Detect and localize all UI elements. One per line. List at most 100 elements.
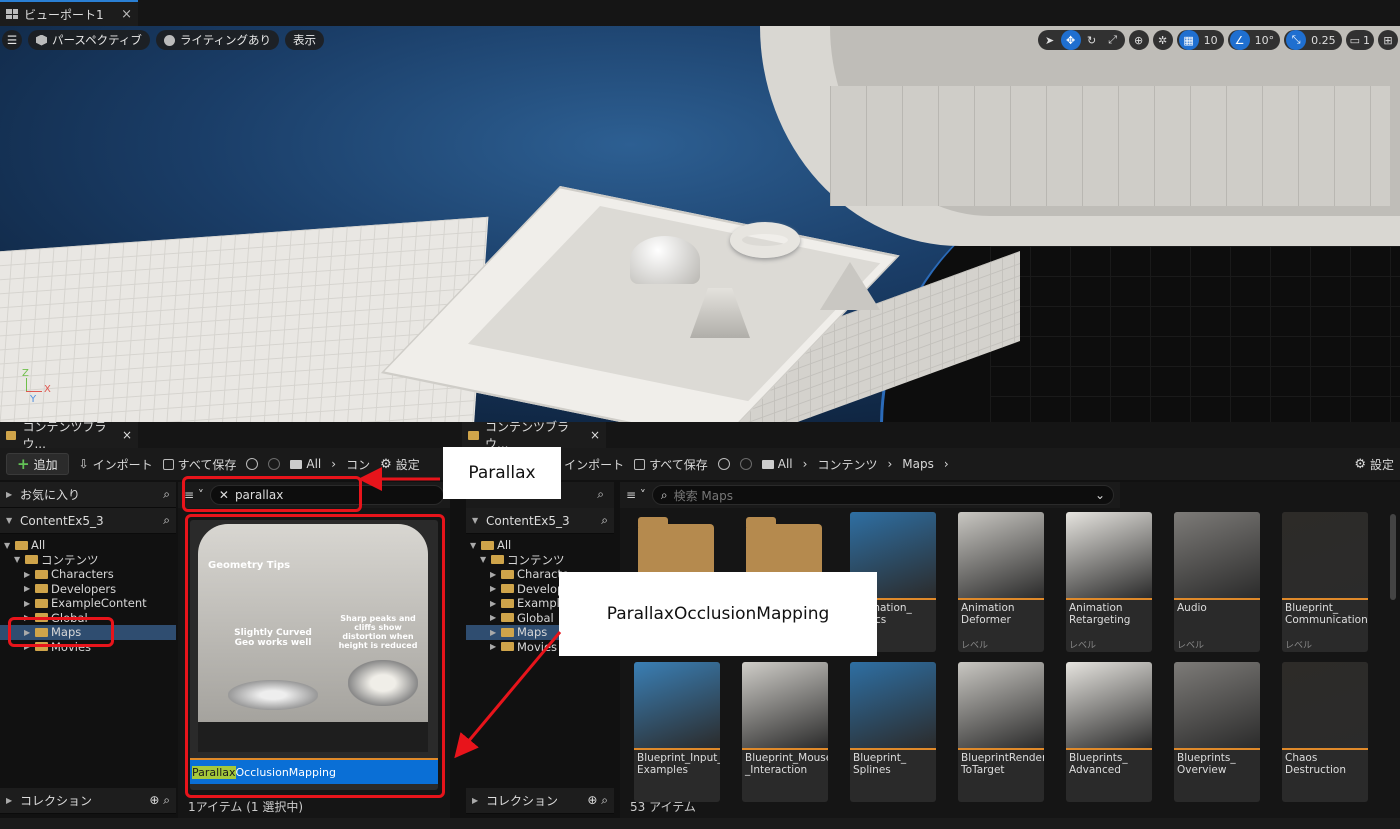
chevron-down-icon[interactable]: ▼ <box>470 541 478 550</box>
right-item-count: 53 アイテム <box>630 799 696 814</box>
search-icon[interactable]: ⌕ <box>597 487 604 502</box>
asset-type-bar <box>1282 598 1368 600</box>
grid-icon: ▦ <box>1183 33 1194 47</box>
breadcrumb-content[interactable]: コンテンツ <box>817 456 877 473</box>
save-all-button-right[interactable]: すべて保存 <box>634 456 708 473</box>
grid-snap-value[interactable]: 10 <box>1200 30 1222 50</box>
asset-tile[interactable]: Blueprint_ Splines <box>850 662 936 802</box>
chevron-right-icon[interactable]: ▶ <box>24 599 32 608</box>
forward-icon[interactable] <box>739 458 752 470</box>
viewport-menu-button[interactable]: ☰ <box>2 30 22 50</box>
tree-item[interactable]: ▶ Developers <box>0 582 176 597</box>
breadcrumb-maps[interactable]: Maps <box>902 457 934 471</box>
back-icon[interactable] <box>246 458 259 470</box>
search-icon[interactable]: ⌕ <box>163 513 170 528</box>
chevron-right-icon[interactable]: ▶ <box>490 570 498 579</box>
project-header[interactable]: ▼ ContentEx5_3 ⌕ <box>0 508 176 534</box>
folder-icon <box>35 598 48 608</box>
asset-tile[interactable]: Chaos Destruction <box>1282 662 1368 802</box>
forward-icon[interactable] <box>268 458 281 470</box>
save-all-label: すべて保存 <box>649 457 708 472</box>
breadcrumb-all-right[interactable]: All <box>761 457 793 471</box>
back-icon[interactable] <box>717 458 730 470</box>
chevron-right-icon[interactable]: ▶ <box>24 584 32 593</box>
tree-item[interactable]: ▼ コンテンツ <box>466 553 614 568</box>
chevron-right-icon[interactable]: ▶ <box>490 584 498 593</box>
chevron-right-icon[interactable]: ▶ <box>490 613 498 622</box>
breadcrumb-content[interactable]: コン <box>346 456 370 473</box>
folder-icon <box>491 555 504 565</box>
lighting-button[interactable]: ライティングあり <box>155 30 280 50</box>
translate-mode-button[interactable]: ✥ <box>1060 30 1081 50</box>
chevron-down-icon[interactable]: ▼ <box>4 541 12 550</box>
scale-snap-value[interactable]: 0.25 <box>1307 30 1340 50</box>
settings-button[interactable]: ⚙ 設定 <box>380 456 420 473</box>
asset-tile[interactable]: Animation Retargeting レベル <box>1066 512 1152 652</box>
tree-item[interactable]: ▶ ExampleContent <box>0 596 176 611</box>
angle-snap-toggle[interactable]: ∠ <box>1229 30 1250 50</box>
breadcrumb-all[interactable]: All <box>290 457 321 471</box>
add-button[interactable]: + 追加 <box>6 453 69 475</box>
save-all-button[interactable]: すべて保存 <box>162 456 236 473</box>
content-browser-tab-2[interactable]: コンテンツブラウ... × <box>462 420 606 451</box>
import-button-right[interactable]: ⇩ インポート <box>550 456 624 473</box>
chevron-right-icon[interactable]: ▶ <box>490 628 498 637</box>
grid-snap-toggle[interactable]: ▦ <box>1178 30 1199 50</box>
scale-snap-toggle[interactable]: ⤡ <box>1286 30 1307 50</box>
import-button[interactable]: ⇩ インポート <box>79 456 153 473</box>
chevron-down-icon[interactable]: ▼ <box>14 555 22 564</box>
left-item-count: 1アイテム (1 選択中) <box>188 799 304 814</box>
content-browser-tab-1[interactable]: コンテンツブラウ... × <box>0 420 138 451</box>
asset-tile[interactable]: Animation Deformer レベル <box>958 512 1044 652</box>
asset-tile[interactable]: Blueprint_ Communication レベル <box>1282 512 1368 652</box>
asset-tile[interactable]: Blueprints_ Overview <box>1174 662 1260 802</box>
chevron-right-icon[interactable]: ▶ <box>24 570 32 579</box>
asset-tile[interactable]: Blueprint_Input_ Examples <box>634 662 720 802</box>
layout-button[interactable]: ⊞ <box>1378 30 1398 50</box>
tree-item[interactable]: ▼ コンテンツ <box>0 553 176 568</box>
chevron-down-icon[interactable]: ▼ <box>480 555 488 564</box>
filter-icon[interactable]: ≡ ˅ <box>626 488 646 502</box>
close-icon[interactable]: × <box>122 428 132 442</box>
rotate-mode-button[interactable]: ↻ <box>1082 30 1102 50</box>
chevron-right-icon[interactable]: ▶ <box>490 599 498 608</box>
chevron-right-icon[interactable]: ▶ <box>490 642 498 651</box>
scale-snap-icon: ⤡ <box>1291 33 1301 46</box>
scale-mode-button[interactable]: ⤢ <box>1103 30 1123 50</box>
angle-snap-value[interactable]: 10° <box>1251 30 1279 50</box>
surface-snap-button[interactable]: ✲ <box>1152 30 1173 50</box>
asset-tile[interactable]: Blueprints_ Advanced <box>1066 662 1152 802</box>
favorites-header[interactable]: ▶ お気に入り ⌕ <box>0 482 176 508</box>
perspective-button[interactable]: パースペクティブ <box>28 30 150 50</box>
add-collection-icon[interactable]: ⊕ ⌕ <box>587 793 608 808</box>
show-button[interactable]: 表示 <box>285 30 325 50</box>
search-maps-input[interactable]: ⌕ 検索 Maps ⌄ <box>651 485 1114 505</box>
close-icon[interactable]: × <box>590 428 600 442</box>
asset-tile[interactable]: Blueprint_Mouse _Interaction <box>742 662 828 802</box>
move-icon: ✥ <box>1065 33 1076 47</box>
collections-header-right[interactable]: ▶ コレクション ⊕ ⌕ <box>466 788 614 814</box>
add-collection-icon[interactable]: ⊕ ⌕ <box>149 793 170 808</box>
settings-button-right[interactable]: ⚙ 設定 <box>1354 456 1394 473</box>
tree-item[interactable]: ▶ Characters <box>0 567 176 582</box>
close-icon[interactable]: × <box>121 7 132 22</box>
world-local-button[interactable]: ⊕ <box>1128 30 1149 50</box>
project-header-right[interactable]: ▼ ContentEx5_3 ⌕ <box>466 508 614 534</box>
folder-icon <box>761 459 774 469</box>
asset-name: Audio <box>1177 602 1207 614</box>
tree-item-label: コンテンツ <box>41 552 99 567</box>
search-icon[interactable]: ⌕ <box>163 487 170 502</box>
level-viewport[interactable]: ☰ パースペクティブ ライティングあり 表示 ➤ ✥ ↻ ⤢ ⊕ ✲ ▦ 10 … <box>0 26 1400 422</box>
chevron-down-icon[interactable]: ⌄ <box>1095 488 1105 502</box>
tree-item[interactable]: ▼ All <box>466 538 614 553</box>
camera-speed-button[interactable]: ▭ 1 <box>1345 30 1374 50</box>
asset-tile[interactable]: Audio レベル <box>1174 512 1260 652</box>
asset-name: Blueprints_ Advanced <box>1069 752 1128 776</box>
tree-item[interactable]: ▼ All <box>0 538 176 553</box>
asset-tile[interactable]: BlueprintRender ToTarget <box>958 662 1044 802</box>
collections-header[interactable]: ▶ コレクション ⊕ ⌕ <box>0 788 176 814</box>
select-mode-button[interactable]: ➤ <box>1040 30 1060 50</box>
viewport-tab[interactable]: ビューポート1 × <box>0 0 138 26</box>
search-icon[interactable]: ⌕ <box>601 513 608 528</box>
scrollbar[interactable] <box>1390 514 1396 600</box>
